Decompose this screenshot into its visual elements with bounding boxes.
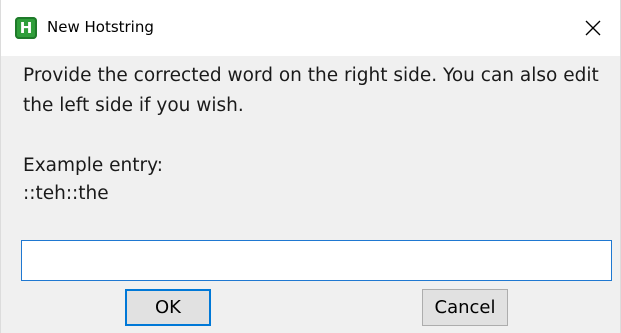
title-bar: H New Hotstring [1,0,620,56]
ok-button[interactable]: OK [125,289,211,326]
close-icon [585,20,601,36]
close-button[interactable] [566,0,620,56]
hotstring-app-icon: H [15,17,37,39]
window-title: New Hotstring [47,18,154,36]
instruction-text: Provide the corrected word on the right … [23,65,599,116]
cancel-button[interactable]: Cancel [422,289,508,326]
new-hotstring-dialog: H New Hotstring Provide the corrected wo… [0,0,621,333]
hotstring-input[interactable] [21,240,612,281]
example-value: ::teh::the [23,183,109,204]
app-icon-letter: H [19,19,33,37]
example-label: Example entry: [23,155,163,176]
